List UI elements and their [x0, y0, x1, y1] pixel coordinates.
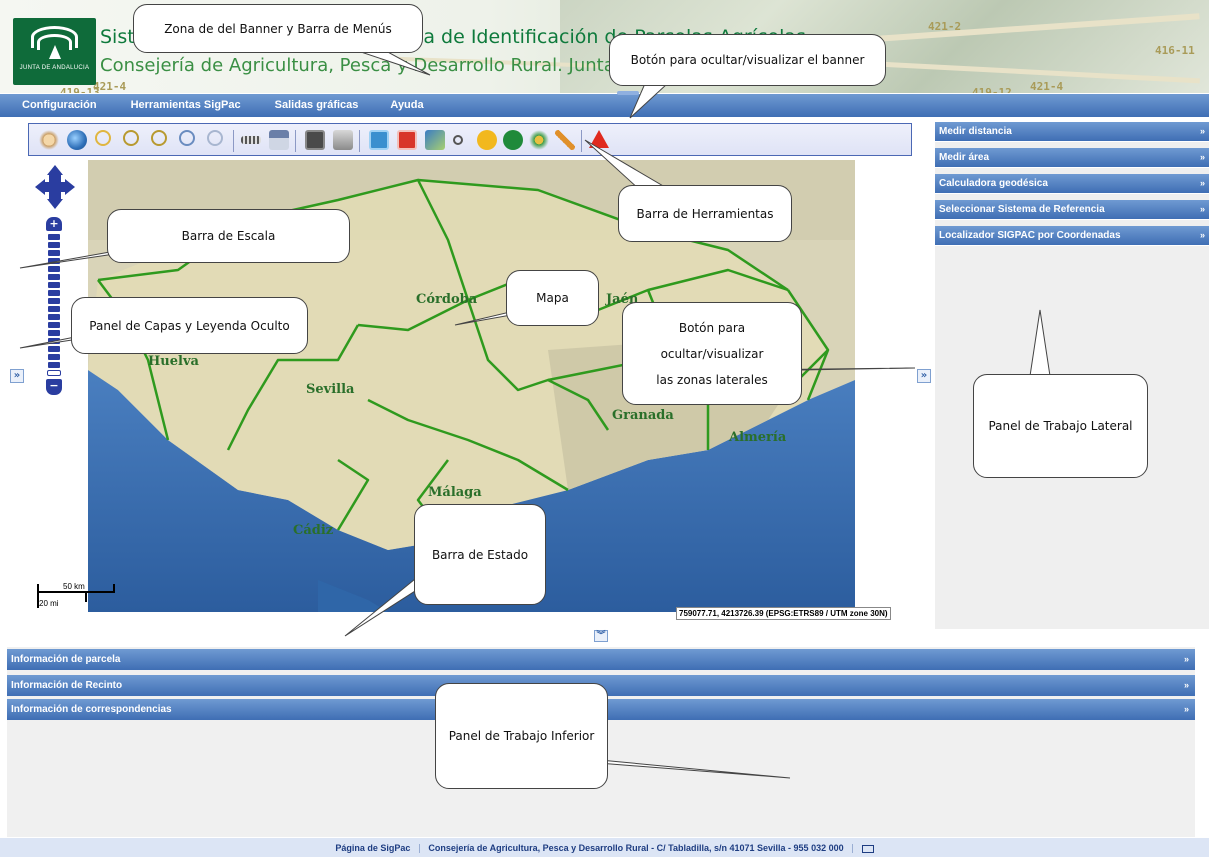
pan-control[interactable] [33, 163, 77, 213]
map-sheet-icon[interactable] [425, 130, 445, 150]
callout-banner-toggle: Botón para ocultar/visualizar el banner [609, 34, 886, 86]
province-label-cadiz: Cádiz [293, 523, 333, 538]
menu-item-ayuda[interactable]: Ayuda [390, 94, 423, 117]
panel-item-medir-distancia[interactable]: Medir distancia » [935, 122, 1209, 142]
globe-icon[interactable] [67, 130, 87, 150]
edit-pencil-icon[interactable] [555, 130, 575, 150]
export-image-icon[interactable] [369, 130, 389, 150]
menu-item-configuracion[interactable]: Configuración [22, 94, 97, 117]
panel-item-medir-area[interactable]: Medir área » [935, 148, 1209, 168]
scale-bar: 50 km 20 mi [37, 580, 117, 610]
province-label-huelva: Huelva [148, 354, 199, 369]
zoom-previous-icon[interactable] [179, 130, 195, 146]
panel-item-label: Medir área [939, 152, 990, 163]
zoom-slider-thumb[interactable] [47, 370, 61, 376]
callout-bottom-panel: Panel de Trabajo Inferior [435, 683, 608, 789]
scale-mi-label: 20 mi [39, 599, 59, 608]
arrows-icon[interactable] [529, 130, 549, 150]
panel-item-label: Seleccionar Sistema de Referencia [939, 204, 1105, 215]
scale-km-label: 50 km [63, 582, 85, 591]
zoom-slider[interactable]: + − [46, 217, 62, 397]
callout-banner-menu: Zona de del Banner y Barra de Menús [133, 4, 423, 53]
panel-item-sistema-referencia[interactable]: Seleccionar Sistema de Referencia » [935, 200, 1209, 220]
chevron-right-icon: » [1199, 126, 1205, 136]
info-green-icon[interactable] [503, 130, 523, 150]
point-info-icon[interactable] [453, 135, 463, 145]
panel-item-label: Información de correspondencias [11, 704, 172, 715]
bottom-panel-toggle[interactable]: ︾ [594, 630, 608, 642]
chevron-right-icon: » [1183, 704, 1189, 714]
chevron-right-icon: » [1199, 204, 1205, 214]
logo-text: JUNTA DE ANDALUCIA [19, 65, 90, 71]
menu-item-herramientas[interactable]: Herramientas SigPac [131, 94, 241, 117]
callout-layers-panel: Panel de Capas y Leyenda Oculto [71, 297, 308, 354]
menu-item-salidas[interactable]: Salidas gráficas [275, 94, 359, 117]
zoom-out-button[interactable]: − [46, 379, 62, 395]
status-coordinates: 759077.71, 4213726.39 (EPSG:ETRS89 / UTM… [676, 607, 891, 620]
warning-icon[interactable] [589, 130, 609, 148]
zoom-next-icon[interactable] [207, 130, 223, 146]
zoom-out-icon[interactable] [151, 130, 167, 146]
callout-map: Mapa [506, 270, 599, 326]
mail-icon[interactable] [861, 844, 874, 853]
callout-side-toggle-line: ocultar/visualizar [660, 346, 764, 361]
parcel-label: 419-13 [60, 86, 100, 93]
province-label-sevilla: Sevilla [306, 382, 355, 397]
callout-side-toggle: Botón para ocultar/visualizar las zonas … [622, 302, 802, 405]
parcel-label: 416-11 [1155, 44, 1195, 57]
panel-item-localizador[interactable]: Localizador SIGPAC por Coordenadas » [935, 226, 1209, 246]
junta-logo: JUNTA DE ANDALUCIA [13, 18, 96, 85]
chevron-right-icon: » [1183, 654, 1189, 664]
province-label-cordoba: Córdoba [416, 292, 478, 307]
zoom-in-button[interactable]: + [46, 217, 62, 231]
zoom-box-icon[interactable] [95, 130, 111, 146]
left-panel-toggle[interactable]: » [10, 369, 24, 383]
chevron-right-icon: » [1199, 152, 1205, 162]
panel-item-calculadora[interactable]: Calculadora geodésica » [935, 174, 1209, 194]
zoom-in-icon[interactable] [123, 130, 139, 146]
footer-link-sigpac[interactable]: Página de SigPac [335, 843, 410, 853]
parcel-label: 421-4 [1030, 80, 1064, 93]
panel-item-parcela[interactable]: Información de parcela » [7, 649, 1195, 670]
callout-side-toggle-line: Botón para [678, 320, 746, 335]
pdf-icon[interactable] [397, 130, 417, 150]
parcel-label: 419-12 [972, 86, 1012, 93]
chevron-right-icon: » [1199, 230, 1205, 240]
print-icon[interactable] [333, 130, 353, 150]
callout-side-toggle-line: las zonas laterales [656, 372, 768, 387]
province-label-almeria: Almería [728, 430, 787, 445]
province-label-granada: Granada [612, 408, 674, 423]
province-label-malaga: Málaga [428, 485, 482, 500]
toolbar [28, 123, 912, 156]
measure-area-icon[interactable] [269, 130, 289, 150]
panel-item-label: Localizador SIGPAC por Coordenadas [939, 230, 1121, 241]
chevron-right-icon: » [1199, 178, 1205, 188]
callout-scale-bar: Barra de Escala [107, 209, 350, 263]
banner-toggle-button[interactable] [617, 91, 639, 95]
menu-bar: Configuración Herramientas SigPac Salida… [0, 94, 1209, 117]
chevron-right-icon: » [1183, 680, 1189, 690]
calculator-icon[interactable] [305, 130, 325, 150]
callout-status-bar: Barra de Estado [414, 504, 546, 605]
measure-distance-icon[interactable] [241, 136, 261, 144]
footer: Página de SigPac Consejería de Agricultu… [0, 838, 1209, 857]
info-yellow-icon[interactable] [477, 130, 497, 150]
panel-item-label: Calculadora geodésica [939, 178, 1048, 189]
pan-hand-icon[interactable] [39, 130, 59, 150]
callout-toolbar: Barra de Herramientas [618, 185, 792, 242]
callout-right-panel: Panel de Trabajo Lateral [973, 374, 1148, 478]
parcel-label: 421-2 [928, 20, 962, 33]
footer-address: Consejería de Agricultura, Pesca y Desar… [428, 843, 844, 853]
panel-item-label: Información de parcela [11, 654, 121, 665]
panel-item-label: Medir distancia [939, 126, 1012, 137]
right-panel-toggle[interactable]: » [917, 369, 931, 383]
panel-item-label: Información de Recinto [11, 680, 123, 691]
